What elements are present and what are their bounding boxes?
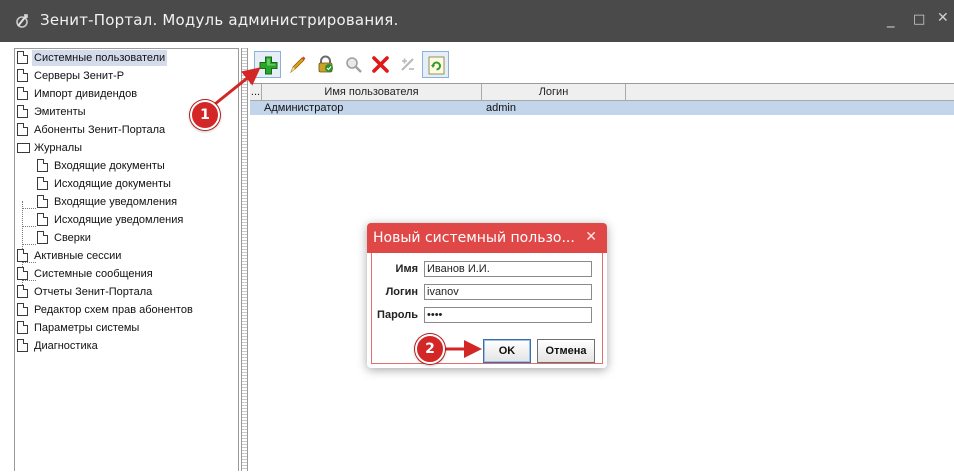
annotation-arrow-1: [214, 67, 261, 106]
annotation-arrows: [214, 67, 482, 358]
annotation-badge-2: 2: [415, 334, 445, 364]
annotation-badge-1: 1: [190, 100, 220, 130]
